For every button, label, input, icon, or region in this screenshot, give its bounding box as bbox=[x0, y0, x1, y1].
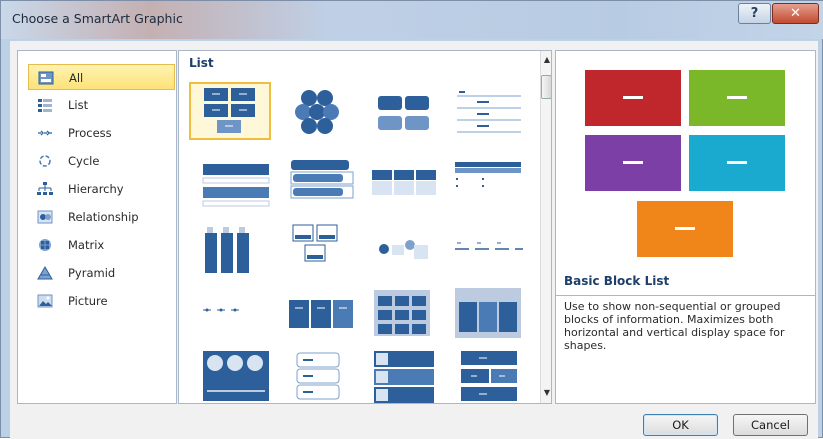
layout-gallery: List ▲ ▼ bbox=[178, 50, 552, 404]
ok-button[interactable]: OK bbox=[643, 414, 718, 436]
layout-tile-stacked-list[interactable] bbox=[279, 154, 361, 212]
tile-thumbnail bbox=[205, 227, 249, 273]
tile-thumbnail bbox=[295, 90, 339, 134]
layout-tile-picture-caption-list[interactable] bbox=[197, 347, 279, 403]
layout-tile-hexagon-cluster[interactable] bbox=[279, 82, 361, 140]
relationship-icon bbox=[37, 210, 53, 224]
category-label: All bbox=[69, 71, 84, 85]
category-item-relationship[interactable]: Relationship bbox=[28, 204, 175, 230]
category-label: Process bbox=[68, 126, 112, 140]
category-label: Pyramid bbox=[68, 266, 116, 280]
layout-tile-pictured-list[interactable] bbox=[279, 347, 361, 403]
category-item-all[interactable]: All bbox=[28, 64, 175, 90]
preview-description: Use to show non-sequential or grouped bl… bbox=[556, 295, 815, 352]
category-item-matrix[interactable]: Matrix bbox=[28, 232, 175, 258]
tile-thumbnail bbox=[461, 351, 517, 401]
close-button[interactable]: ✕ bbox=[772, 3, 819, 24]
layout-tile-table-list[interactable] bbox=[449, 154, 531, 212]
layout-tile-dashed-list[interactable] bbox=[449, 219, 531, 277]
tile-thumbnail bbox=[203, 308, 239, 312]
pyramid-icon bbox=[37, 266, 53, 280]
layout-tile-stacked-block-list[interactable] bbox=[449, 347, 531, 403]
preview-block-purple bbox=[585, 135, 681, 191]
cancel-button[interactable]: Cancel bbox=[733, 414, 808, 436]
layout-tile-circle-accent-list[interactable] bbox=[364, 219, 446, 277]
layout-tile-lined-list[interactable] bbox=[449, 82, 531, 140]
tile-thumbnail bbox=[455, 242, 523, 250]
tile-thumbnail bbox=[290, 160, 354, 199]
category-label: Relationship bbox=[68, 210, 139, 224]
tile-thumbnail bbox=[374, 290, 430, 336]
tile-thumbnail bbox=[378, 96, 429, 130]
category-item-pyramid[interactable]: Pyramid bbox=[28, 260, 175, 286]
layout-tile-horizontal-bullet-list[interactable] bbox=[364, 154, 446, 212]
layout-tile-lined-block-list[interactable] bbox=[449, 282, 531, 340]
tile-thumbnail bbox=[204, 88, 255, 133]
category-label: Matrix bbox=[68, 238, 105, 252]
tile-thumbnail bbox=[202, 164, 270, 207]
process-icon bbox=[38, 130, 52, 136]
layout-tile-picture-accent-list[interactable] bbox=[279, 219, 361, 277]
tile-thumbnail bbox=[374, 351, 434, 403]
category-label: Picture bbox=[68, 294, 108, 308]
category-item-picture[interactable]: Picture bbox=[28, 288, 175, 314]
tile-thumbnail bbox=[372, 170, 436, 195]
layout-tile-basic-block-list[interactable] bbox=[189, 82, 271, 140]
layout-tile-vertical-box-list[interactable] bbox=[197, 219, 279, 277]
tile-thumbnail bbox=[203, 351, 269, 401]
gallery-scrollbar[interactable]: ▲ ▼ bbox=[540, 51, 551, 403]
tile-thumbnail bbox=[455, 288, 521, 338]
scroll-down-icon[interactable]: ▼ bbox=[542, 388, 551, 400]
scroll-thumb[interactable] bbox=[541, 75, 551, 99]
title-bar[interactable]: Choose a SmartArt Graphic ? ✕ bbox=[1, 1, 823, 39]
layout-tile-vertical-picture-list[interactable] bbox=[364, 347, 446, 403]
tile-thumbnail bbox=[457, 91, 521, 133]
gallery-header: List bbox=[189, 56, 214, 70]
all-icon bbox=[38, 71, 54, 85]
tile-thumbnail bbox=[379, 240, 428, 259]
preview-block-green bbox=[689, 70, 785, 126]
layout-tile-rounded-block-list[interactable] bbox=[364, 82, 446, 140]
dialog-title: Choose a SmartArt Graphic bbox=[12, 11, 183, 26]
tile-thumbnail bbox=[292, 224, 338, 262]
list-icon bbox=[38, 99, 52, 112]
preview-pane: Basic Block List Use to show non-sequent… bbox=[555, 50, 816, 404]
dialog-client: All List Process Cycle Hierarchy Relatio… bbox=[10, 41, 818, 439]
category-label: Hierarchy bbox=[68, 182, 124, 196]
category-item-list[interactable]: List bbox=[28, 92, 175, 118]
category-label: Cycle bbox=[68, 154, 100, 168]
scroll-up-icon[interactable]: ▲ bbox=[542, 55, 551, 67]
tile-thumbnail bbox=[289, 300, 353, 328]
layout-tile-horizontal-block-list[interactable] bbox=[279, 282, 361, 340]
dialog-window: Choose a SmartArt Graphic ? ✕ All List P… bbox=[0, 0, 823, 439]
preview-block-cyan bbox=[689, 135, 785, 191]
layout-tile-vertical-bullet-list[interactable] bbox=[197, 154, 279, 212]
tile-thumbnail bbox=[296, 352, 340, 400]
category-list: All List Process Cycle Hierarchy Relatio… bbox=[17, 50, 177, 404]
help-button[interactable]: ? bbox=[738, 3, 771, 24]
layout-tile-arrow-bullet-list[interactable] bbox=[197, 282, 279, 340]
category-item-cycle[interactable]: Cycle bbox=[28, 148, 175, 174]
category-label: List bbox=[68, 98, 89, 112]
preview-title: Basic Block List bbox=[564, 274, 670, 288]
picture-icon bbox=[37, 294, 53, 308]
preview-block-red bbox=[585, 70, 681, 126]
category-item-hierarchy[interactable]: Hierarchy bbox=[28, 176, 175, 202]
layout-tile-grouped-block-list[interactable] bbox=[364, 282, 446, 340]
preview-block-orange bbox=[637, 201, 733, 257]
category-item-process[interactable]: Process bbox=[28, 120, 175, 146]
tile-thumbnail bbox=[455, 162, 521, 187]
hierarchy-icon bbox=[37, 182, 53, 195]
matrix-icon bbox=[39, 239, 51, 251]
cycle-icon bbox=[39, 155, 51, 167]
